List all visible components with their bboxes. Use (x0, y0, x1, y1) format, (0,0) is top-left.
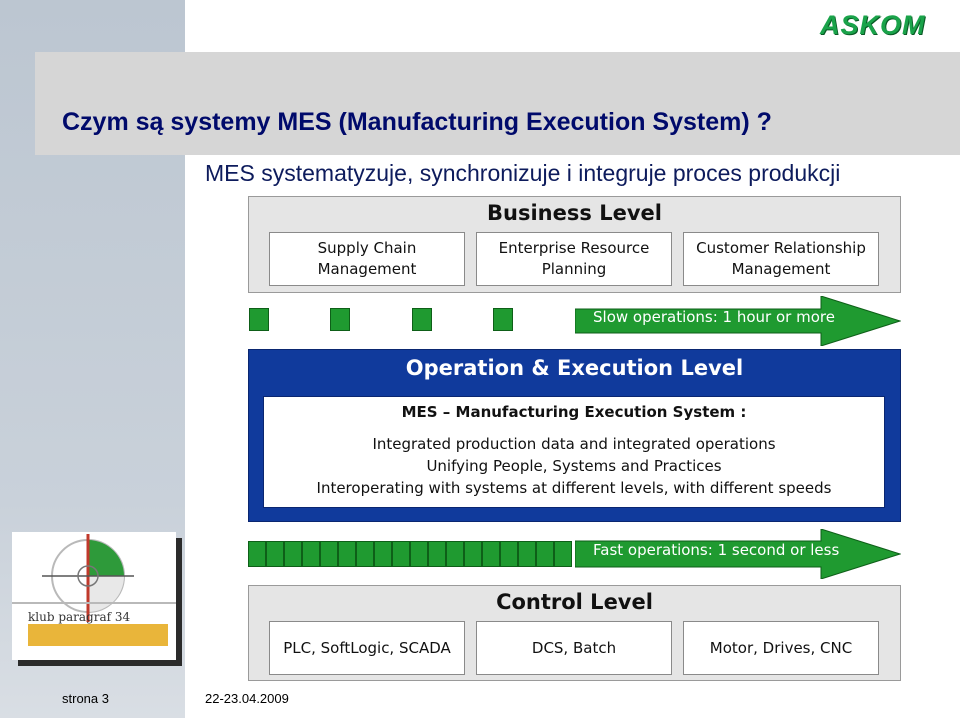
fast-square (464, 541, 482, 567)
gear-logo-icon (12, 534, 176, 646)
mes-line-1: Integrated production data and integrate… (372, 435, 776, 453)
fast-operations-arrow: Fast operations: 1 second or less (574, 528, 902, 580)
business-level-panel: Business Level Supply Chain Management E… (248, 196, 901, 293)
slow-square-4 (493, 308, 513, 331)
slide-subtitle: MES systematyzuje, synchronizuje i integ… (205, 160, 841, 186)
slow-square-2 (330, 308, 350, 331)
dcs-batch-box: DCS, Batch (476, 621, 672, 675)
motor-drives-box: Motor, Drives, CNC (683, 621, 879, 675)
fast-square (266, 541, 284, 567)
business-level-title: Business Level (487, 201, 662, 225)
fast-square (518, 541, 536, 567)
mes-box: MES – Manufacturing Execution System : I… (263, 396, 885, 508)
fast-square (374, 541, 392, 567)
slow-operations-label: Slow operations: 1 hour or more (593, 308, 835, 326)
slow-operations-arrow: Slow operations: 1 hour or more (574, 295, 902, 347)
operation-execution-panel: Operation & Execution Level MES – Manufa… (248, 349, 901, 522)
fast-square (536, 541, 554, 567)
fast-operations-label: Fast operations: 1 second or less (593, 541, 840, 559)
slow-square-3 (412, 308, 432, 331)
fast-square (392, 541, 410, 567)
fast-square (248, 541, 266, 567)
askom-logo: ASKOM (820, 10, 935, 40)
fast-square (320, 541, 338, 567)
mes-line-3: Interoperating with systems at different… (316, 479, 832, 497)
crm-box: Customer Relationship Management (683, 232, 879, 286)
fast-square (284, 541, 302, 567)
fast-square (428, 541, 446, 567)
mes-line-2: Unifying People, Systems and Practices (426, 457, 722, 475)
fast-square (500, 541, 518, 567)
fast-square (482, 541, 500, 567)
slide-title: Czym są systemy MES (Manufacturing Execu… (62, 108, 772, 136)
askom-logo-text: ASKOM (820, 10, 926, 40)
mes-heading: MES – Manufacturing Execution System : (401, 403, 747, 421)
club-paragraf-logo (12, 532, 176, 660)
club-logo-text: klub paragraf 34 (28, 610, 131, 624)
footer-page-number: strona 3 (62, 691, 109, 706)
slow-square-1 (249, 308, 269, 331)
footer-date: 22-23.04.2009 (205, 691, 289, 706)
operation-level-title: Operation & Execution Level (405, 356, 744, 380)
fast-square (554, 541, 572, 567)
fast-squares-row (248, 541, 572, 567)
fast-square (356, 541, 374, 567)
control-level-title: Control Level (496, 590, 653, 614)
plc-scada-box: PLC, SoftLogic, SCADA (269, 621, 465, 675)
fast-square (410, 541, 428, 567)
control-level-panel: Control Level PLC, SoftLogic, SCADA DCS,… (248, 585, 901, 681)
fast-square (446, 541, 464, 567)
fast-square (302, 541, 320, 567)
fast-square (338, 541, 356, 567)
erp-box: Enterprise Resource Planning (476, 232, 672, 286)
title-band (35, 52, 960, 155)
supply-chain-box: Supply Chain Management (269, 232, 465, 286)
